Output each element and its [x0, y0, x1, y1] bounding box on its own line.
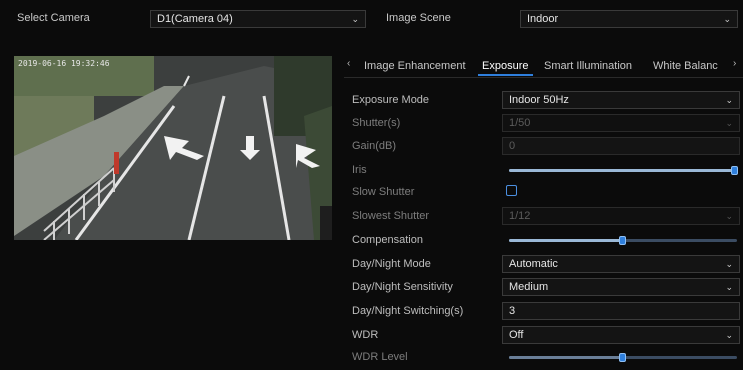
select-camera-label: Select Camera: [17, 12, 90, 24]
image-scene-select-value: Indoor: [527, 13, 559, 25]
camera-preview: 2019-06-16 19:32:46: [14, 56, 332, 240]
day-night-switching-input[interactable]: 3: [502, 302, 740, 320]
camera-select[interactable]: D1(Camera 04) ⌄: [150, 10, 366, 28]
day-night-sensitivity-value: Medium: [509, 281, 549, 293]
day-night-switching-label: Day/Night Switching(s): [352, 305, 464, 317]
slow-shutter-label: Slow Shutter: [352, 186, 415, 198]
slowest-shutter-label: Slowest Shutter: [352, 210, 430, 222]
day-night-switching-value: 3: [509, 305, 516, 317]
compensation-slider[interactable]: [509, 236, 737, 245]
tab-exposure[interactable]: Exposure: [482, 60, 528, 72]
exposure-mode-select[interactable]: Indoor 50Hz ⌄: [502, 91, 740, 109]
active-tab-indicator: [478, 74, 533, 76]
day-night-mode-value: Automatic: [509, 258, 558, 270]
chevron-down-icon: ⌄: [725, 211, 733, 221]
gain-label: Gain(dB): [352, 140, 397, 152]
exposure-mode-value: Indoor 50Hz: [509, 94, 569, 106]
chevron-down-icon: ⌄: [725, 259, 733, 269]
gain-input[interactable]: 0: [502, 137, 740, 155]
wdr-level-slider[interactable]: [509, 353, 737, 362]
day-night-sensitivity-label: Day/Night Sensitivity: [352, 281, 453, 293]
shutter-select[interactable]: 1/50 ⌄: [502, 114, 740, 132]
day-night-mode-label: Day/Night Mode: [352, 258, 431, 270]
tab-divider: [344, 77, 743, 78]
slow-shutter-checkbox[interactable]: [506, 185, 517, 196]
slowest-shutter-value: 1/12: [509, 210, 531, 222]
image-scene-select[interactable]: Indoor ⌄: [520, 10, 738, 28]
image-scene-label: Image Scene: [386, 12, 451, 24]
shutter-label: Shutter(s): [352, 117, 401, 129]
preview-timestamp: 2019-06-16 19:32:46: [18, 59, 110, 68]
chevron-down-icon: ⌄: [725, 118, 733, 128]
iris-slider[interactable]: [509, 166, 738, 175]
wdr-level-slider-knob[interactable]: [619, 353, 626, 362]
tab-white-balance[interactable]: White Balanc: [653, 60, 718, 72]
chevron-down-icon: ⌄: [351, 14, 359, 24]
chevron-down-icon: ⌄: [725, 95, 733, 105]
tab-smart-illumination[interactable]: Smart Illumination: [544, 60, 632, 72]
tab-image-enhancement[interactable]: Image Enhancement: [364, 60, 466, 72]
day-night-mode-select[interactable]: Automatic ⌄: [502, 255, 740, 273]
exposure-mode-label: Exposure Mode: [352, 94, 430, 106]
compensation-slider-knob[interactable]: [619, 236, 626, 245]
chevron-down-icon: ⌄: [725, 330, 733, 340]
tab-next-icon[interactable]: ›: [733, 58, 736, 69]
day-night-sensitivity-select[interactable]: Medium ⌄: [502, 278, 740, 296]
camera-select-value: D1(Camera 04): [157, 13, 233, 25]
wdr-level-label: WDR Level: [352, 351, 408, 363]
slowest-shutter-select[interactable]: 1/12 ⌄: [502, 207, 740, 225]
iris-label: Iris: [352, 164, 367, 176]
wdr-select[interactable]: Off ⌄: [502, 326, 740, 344]
gain-value: 0: [509, 140, 516, 152]
wdr-value: Off: [509, 329, 524, 341]
camera-preview-image: [14, 56, 332, 240]
wdr-label: WDR: [352, 329, 379, 341]
tab-prev-icon[interactable]: ‹: [347, 58, 350, 69]
shutter-value: 1/50: [509, 117, 531, 129]
iris-slider-knob[interactable]: [731, 166, 738, 175]
compensation-slider-fill: [509, 239, 623, 242]
chevron-down-icon: ⌄: [723, 14, 731, 24]
wdr-level-slider-fill: [509, 356, 623, 359]
chevron-down-icon: ⌄: [725, 282, 733, 292]
iris-slider-fill: [509, 169, 737, 172]
compensation-label: Compensation: [352, 234, 423, 246]
